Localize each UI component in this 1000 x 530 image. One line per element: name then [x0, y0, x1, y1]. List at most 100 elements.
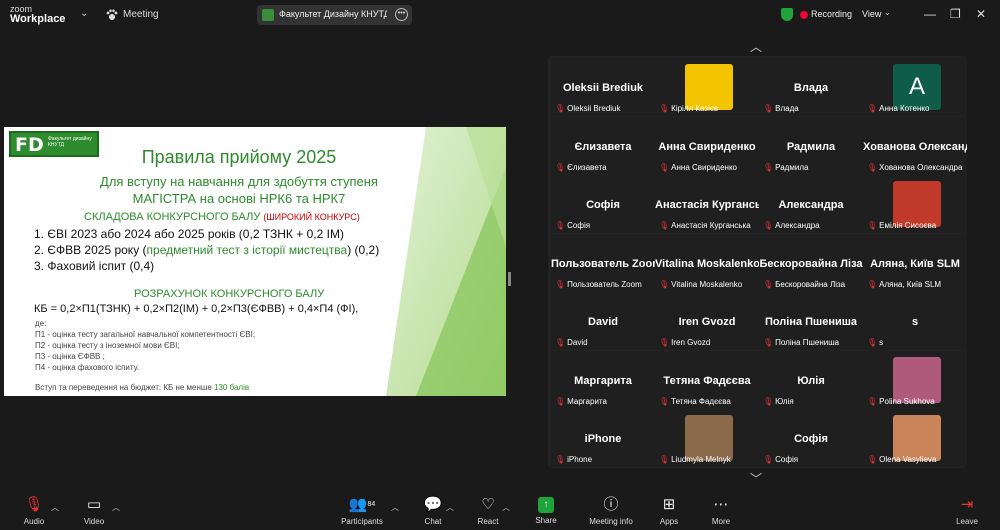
- muted-mic-icon: 🎙: [867, 455, 878, 464]
- participant-tile[interactable]: Радмила 🎙 Радмила: [759, 116, 863, 175]
- participant-tile[interactable]: Влада 🎙 Влада: [759, 58, 863, 116]
- muted-mic-icon: 🎙: [867, 338, 878, 347]
- video-options-chevron-icon[interactable]: ︿: [112, 502, 120, 513]
- participant-caption-name: Пользователь Zoom: [567, 279, 642, 289]
- more-button[interactable]: ⋯ More: [696, 496, 746, 526]
- participant-tile[interactable]: Юлія 🎙 Юлія: [759, 350, 863, 409]
- participant-tile[interactable]: Маргарита 🎙 Маргарита: [551, 350, 655, 409]
- view-button[interactable]: View: [862, 9, 881, 19]
- participant-tile[interactable]: Тетяна Фадєєва 🎙 Тетяна Фадєєва: [655, 350, 759, 409]
- participant-caption-name: Бескоровайна Ліза: [775, 279, 846, 289]
- participant-tile[interactable]: Vitalina Moskalenko 🎙 Vitalina Moskalenko: [655, 233, 759, 292]
- participant-caption-name: Радмила: [775, 162, 809, 172]
- slide-subtitle-2: МАГІСТРА на основі НРК6 та НРК7: [132, 191, 346, 206]
- close-icon[interactable]: ✕: [976, 7, 986, 21]
- participant-tile[interactable]: Єлизавета 🎙 Єлизавета: [551, 116, 655, 175]
- participant-caption: 🎙 Єлизавета: [555, 163, 655, 172]
- participant-caption: 🎙 Анна Котенко: [867, 104, 967, 113]
- participant-tile[interactable]: 🎙 Кірілл Казієв: [655, 58, 759, 116]
- panel-resize-handle[interactable]: [508, 272, 511, 286]
- apps-button[interactable]: ⊞ Apps: [644, 496, 694, 526]
- participants-chevron-icon[interactable]: ︿: [391, 502, 399, 513]
- score-item-2: 2. ЄФВВ 2025 року (предметний тест з іст…: [34, 243, 379, 257]
- muted-mic-icon: 🎙: [659, 455, 670, 464]
- participant-tile[interactable]: Oleksii Brediuk 🎙 Oleksii Brediuk: [551, 58, 655, 116]
- meeting-info-label: Meeting info: [589, 517, 633, 526]
- participant-caption: 🎙 Polina Sukhova: [867, 397, 967, 406]
- share-label: Share: [535, 516, 557, 525]
- participant-caption-name: Oleksii Brediuk: [567, 104, 621, 113]
- participant-name: Софія: [794, 433, 828, 445]
- participant-caption: 🎙 Iren Gvozd: [659, 338, 759, 347]
- leave-button[interactable]: ⇥ Leave: [942, 496, 992, 526]
- participant-caption: 🎙 Oleksii Brediuk: [555, 104, 655, 113]
- react-label: React: [477, 517, 499, 526]
- participant-tile[interactable]: iPhone 🎙 iPhone: [551, 409, 655, 467]
- participant-caption-name: Olena Vasylieva: [879, 455, 937, 464]
- restore-icon[interactable]: ❐: [950, 7, 961, 21]
- share-button[interactable]: ↑ Share: [521, 496, 571, 525]
- formula-p2: П2 - оцінка тесту з іноземної мови ЄВІ;: [35, 341, 180, 350]
- participant-caption: 🎙 Анастасія Курганська: [659, 221, 759, 230]
- participant-name: David: [588, 316, 618, 328]
- budget-score: 130 балів: [214, 383, 250, 392]
- participant-name: s: [911, 316, 919, 328]
- muted-mic-icon: 🎙: [763, 338, 774, 347]
- meeting-info-button[interactable]: ⓘ Meeting info: [583, 496, 639, 526]
- participant-tile[interactable]: 🎙 Polina Sukhova: [863, 350, 967, 409]
- participant-tile[interactable]: 🎙 Емілія Сисоєва: [863, 175, 967, 233]
- participant-caption-name: Анна Котенко: [879, 104, 930, 113]
- participant-tile[interactable]: s 🎙 s: [863, 292, 967, 350]
- participant-tile[interactable]: Софія 🎙 Софія: [759, 409, 863, 467]
- participant-name: Анастасія Курганська: [655, 199, 759, 211]
- participant-tile[interactable]: A 🎙 Анна Котенко: [863, 58, 967, 116]
- participant-tile[interactable]: Пользователь Zoom 🎙 Пользователь Zoom: [551, 233, 655, 292]
- participant-caption: 🎙 Юлія: [763, 397, 863, 406]
- react-chevron-icon[interactable]: ︿: [502, 502, 510, 513]
- participant-caption-name: Єлизавета: [567, 162, 607, 172]
- muted-mic-icon: 🎙: [555, 279, 566, 289]
- participant-tile[interactable]: Анастасія Курганська🎙Анастасія Курганськ…: [655, 175, 759, 233]
- participant-name: Vitalina Moskalenko: [655, 257, 759, 270]
- recording-label[interactable]: Recording: [811, 9, 852, 19]
- participant-name: Александра: [778, 199, 844, 211]
- muted-mic-icon: 🎙: [763, 279, 774, 289]
- participant-tile[interactable]: Iren Gvozd 🎙 Iren Gvozd: [655, 292, 759, 350]
- participant-tile[interactable]: Хованова Олександра🎙Хованова Олександра: [863, 116, 967, 175]
- minimize-icon[interactable]: —: [924, 7, 936, 21]
- participant-tile[interactable]: Александра 🎙 Александра: [759, 175, 863, 233]
- participants-button[interactable]: 👥84 Participants: [336, 496, 388, 526]
- screen-share-indicator[interactable]: Факультет Дизайну КНУТД's scr •••: [257, 5, 412, 25]
- participant-tile[interactable]: Поліна Пшениша 🎙 Поліна Пшениша: [759, 292, 863, 350]
- gallery-down-chevron-icon[interactable]: ﹀: [750, 470, 762, 487]
- participant-caption-name: Анастасія Курганська: [671, 221, 751, 230]
- muted-mic-icon: 🎙: [867, 162, 878, 172]
- participant-tile[interactable]: Софія 🎙 Софія: [551, 175, 655, 233]
- muted-mic-icon: 🎙: [763, 396, 774, 406]
- section-score-components: СКЛАДОВА КОНКУРСНОГО БАЛУ (ШИРОКИЙ КОНКУ…: [84, 211, 360, 223]
- chat-chevron-icon[interactable]: ︿: [446, 502, 454, 513]
- participant-tile[interactable]: Бескоровайна Ліза 🎙 Бескоровайна Ліза: [759, 233, 863, 292]
- gallery-up-chevron-icon[interactable]: ︿: [750, 38, 762, 55]
- security-shield-icon[interactable]: [781, 8, 793, 21]
- view-chevron-icon[interactable]: ⌄: [884, 8, 891, 17]
- participant-tile[interactable]: 🎙 Liudmyla Melnyk: [655, 409, 759, 467]
- participant-caption: 🎙 Поліна Пшениша: [763, 338, 863, 347]
- item2-prefix: 2. ЄФВВ 2025 року (: [34, 243, 147, 257]
- participant-tile[interactable]: Аляна, Київ SLM 🎙 Аляна, Київ SLM: [863, 233, 967, 292]
- participant-name: Аляна, Київ SLM: [870, 257, 960, 270]
- audio-options-chevron-icon[interactable]: ︿: [51, 502, 59, 513]
- participant-tile[interactable]: 🎙 Olena Vasylieva: [863, 409, 967, 467]
- app-menu-chevron-icon[interactable]: ⌄: [80, 8, 88, 19]
- muted-mic-icon: 🎙: [867, 396, 878, 406]
- score-item-1: 1. ЄВІ 2023 або 2024 або 2025 років (0,2…: [34, 227, 344, 241]
- meeting-label[interactable]: Meeting: [123, 9, 159, 20]
- muted-mic-icon: 🎙: [555, 338, 566, 347]
- participant-name: Хованова Олександра: [863, 140, 967, 153]
- participant-caption-name: Хованова Олександра: [879, 162, 963, 172]
- participant-caption-name: s: [879, 338, 884, 347]
- muted-mic-icon: 🎙: [659, 338, 670, 347]
- more-options-icon[interactable]: •••: [395, 8, 408, 21]
- participant-tile[interactable]: Анна Свириденко 🎙 Анна Свириденко: [655, 116, 759, 175]
- participant-tile[interactable]: David 🎙 David: [551, 292, 655, 350]
